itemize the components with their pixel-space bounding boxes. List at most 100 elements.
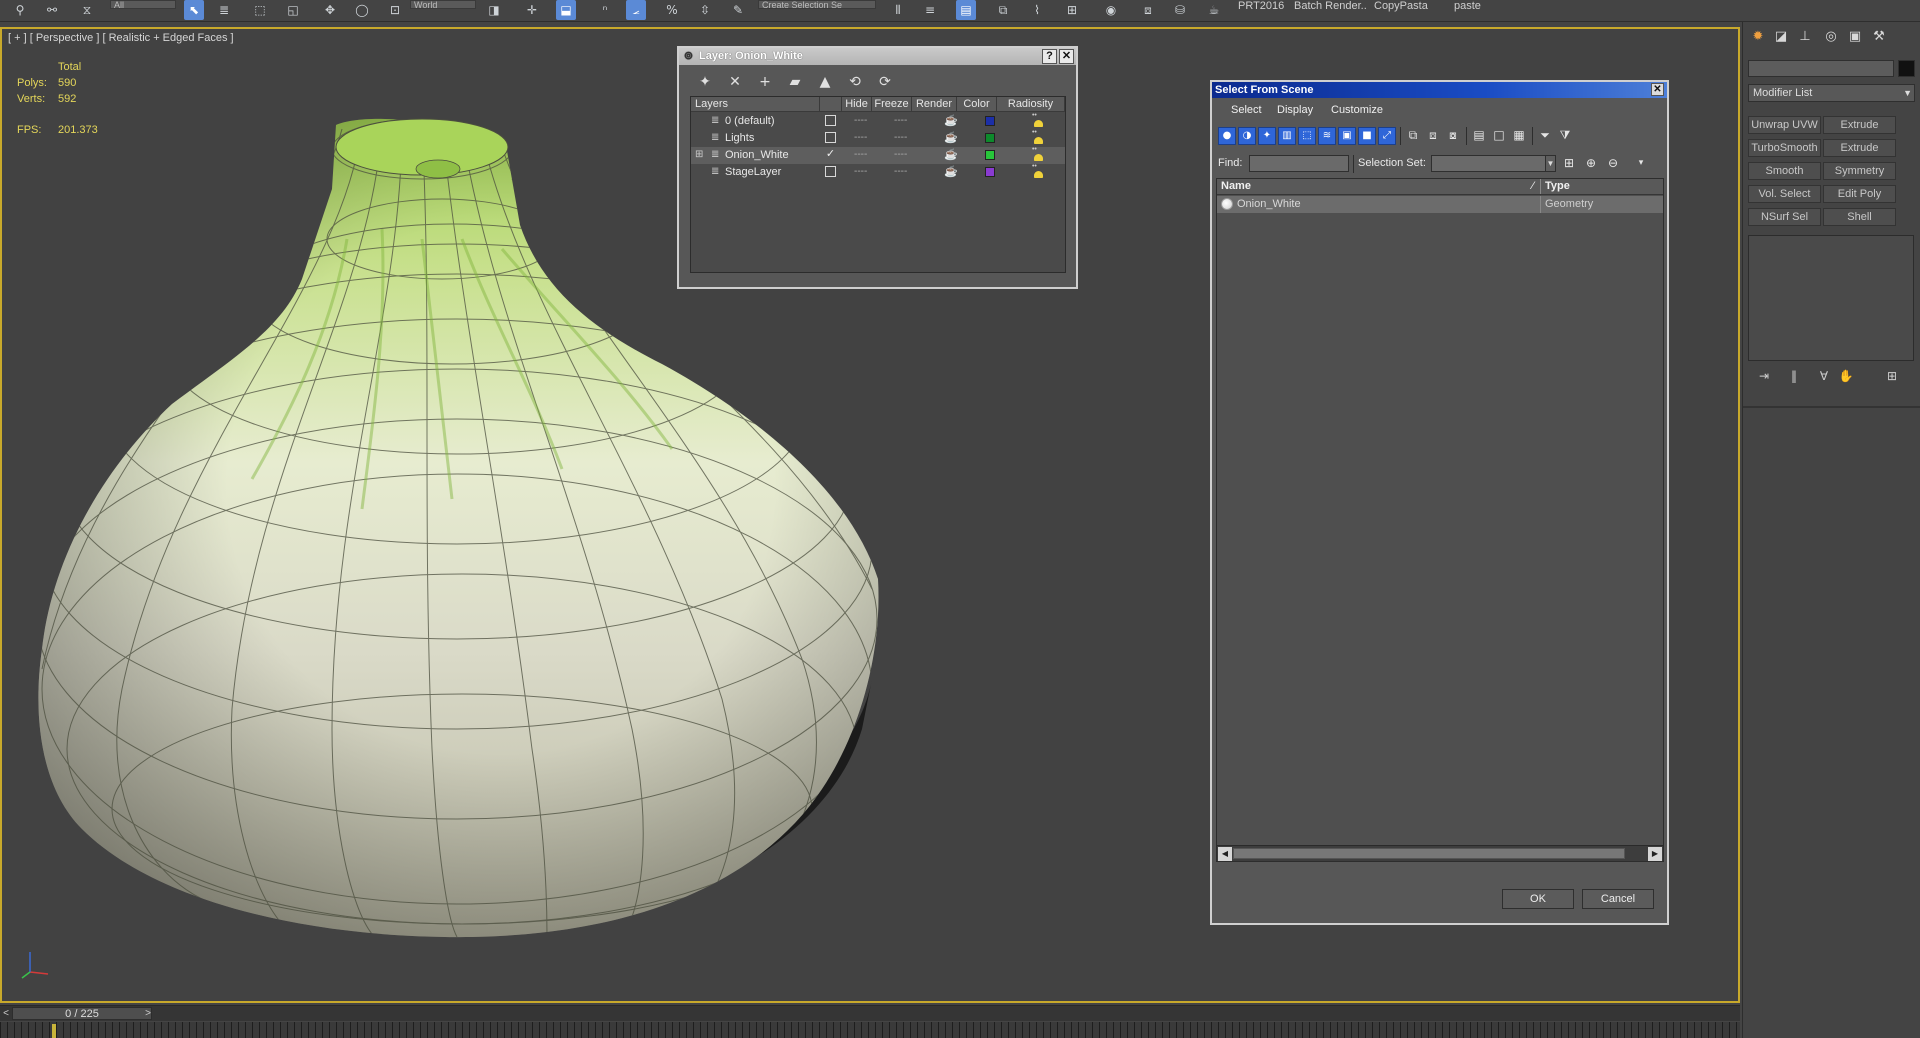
remove-modifier-icon[interactable]: ✋ xyxy=(1835,367,1857,385)
motion-tab-icon[interactable]: ◎ xyxy=(1821,27,1841,47)
select-by-name-icon[interactable]: ≣ xyxy=(214,0,234,20)
delete-layer-icon[interactable]: ✕ xyxy=(724,72,746,92)
layer-color-swatch[interactable] xyxy=(985,167,995,177)
percent-snap-icon[interactable]: % xyxy=(662,0,682,20)
current-layer-checkbox[interactable] xyxy=(825,115,836,126)
material-editor-icon[interactable]: ◉ xyxy=(1101,0,1121,20)
object-name[interactable]: Onion_White xyxy=(1237,196,1301,213)
scene-explorer-icon[interactable]: ⧉ xyxy=(993,0,1013,20)
prev-frame-button[interactable]: < xyxy=(0,1006,12,1021)
toolbar-label-prt[interactable]: PRT2016 xyxy=(1238,0,1284,12)
select-invert-icon[interactable]: ▦ xyxy=(1510,127,1528,145)
layer-name[interactable]: StageLayer xyxy=(725,165,781,179)
modifier-button[interactable]: Extrude xyxy=(1823,116,1896,134)
viewport-label[interactable]: [ + ] [ Perspective ] [ Realistic + Edge… xyxy=(8,32,234,44)
scroll-right-icon[interactable]: ▶ xyxy=(1648,847,1662,861)
align-icon[interactable]: ≡ xyxy=(920,0,940,20)
render-teapot-icon[interactable]: ☕ xyxy=(944,148,958,162)
layer-name[interactable]: Onion_White xyxy=(725,148,789,162)
filter-shapes-icon[interactable]: ◑ xyxy=(1238,127,1256,145)
filter-geometry-icon[interactable]: ● xyxy=(1218,127,1236,145)
named-selection-dropdown[interactable]: Create Selection Se xyxy=(758,0,876,10)
find-input[interactable] xyxy=(1249,155,1349,172)
hide-toggle[interactable]: ---- xyxy=(854,131,867,145)
select-none-icon[interactable]: □ xyxy=(1490,127,1508,145)
curve-editor-icon[interactable]: ⌇ xyxy=(1027,0,1047,20)
rect-selection-icon[interactable]: ⬚ xyxy=(250,0,270,20)
toolbar-label-copypasta[interactable]: CopyPasta xyxy=(1374,0,1428,12)
current-layer-check-icon[interactable]: ✓ xyxy=(825,149,836,160)
radiosity-bulb-icon[interactable]: • • xyxy=(1031,129,1045,146)
layer-color-swatch[interactable] xyxy=(985,150,995,160)
modifier-button[interactable]: NSurf Sel xyxy=(1748,208,1821,226)
scroll-left-icon[interactable]: ◀ xyxy=(1218,847,1232,861)
render-teapot-icon[interactable]: ☕ xyxy=(944,131,958,145)
utilities-tab-icon[interactable]: ⚒ xyxy=(1869,27,1889,47)
render-frame-icon[interactable]: ⛁ xyxy=(1170,0,1190,20)
column-radiosity[interactable]: Radiosity xyxy=(997,97,1065,112)
filter-options-icon[interactable]: ⧩ xyxy=(1556,127,1574,145)
selection-set-dropdown[interactable] xyxy=(1431,155,1551,172)
rotate-icon[interactable]: ◯ xyxy=(352,0,372,20)
render-production-icon[interactable]: ☕ xyxy=(1204,0,1224,20)
bind-space-warp-icon[interactable]: ⧖ xyxy=(77,0,97,20)
filter-bones-icon[interactable]: ⤢ xyxy=(1378,127,1396,145)
freeze-toggle[interactable]: ---- xyxy=(894,148,907,162)
object-color-swatch[interactable] xyxy=(1898,60,1915,77)
cancel-button[interactable]: Cancel xyxy=(1582,889,1654,909)
angle-snap-icon[interactable]: ⦟ xyxy=(626,0,646,20)
next-frame-button[interactable]: > xyxy=(142,1006,154,1021)
radiosity-bulb-icon[interactable]: • • xyxy=(1031,112,1045,129)
menu-customize[interactable]: Customize xyxy=(1331,104,1383,116)
help-button[interactable]: ? xyxy=(1042,49,1057,64)
hide-toggle[interactable]: ---- xyxy=(854,165,867,179)
filter-xrefs-icon[interactable]: ■ xyxy=(1358,127,1376,145)
pivot-center-icon[interactable]: ◨ xyxy=(484,0,504,20)
object-name-field[interactable] xyxy=(1748,60,1894,77)
layer-explorer-icon[interactable]: ▤ xyxy=(956,0,976,20)
configure-modifier-sets-icon[interactable]: ⊞ xyxy=(1881,367,1903,385)
close-button[interactable]: ✕ xyxy=(1651,83,1664,96)
pin-stack-icon[interactable]: ⇥ xyxy=(1753,367,1775,385)
filter-cameras-icon[interactable]: ▥ xyxy=(1278,127,1296,145)
layer-color-swatch[interactable] xyxy=(985,133,995,143)
freeze-toggle[interactable]: ---- xyxy=(894,131,907,145)
radiosity-bulb-icon[interactable]: • • xyxy=(1031,146,1045,163)
freeze-toggle[interactable]: ---- xyxy=(894,165,907,179)
menu-select[interactable]: Select xyxy=(1231,104,1262,116)
filter-helpers-icon[interactable]: ⬚ xyxy=(1298,127,1316,145)
close-button[interactable]: ✕ xyxy=(1059,49,1074,64)
menu-display[interactable]: Display xyxy=(1277,104,1313,116)
selection-filter-dropdown[interactable]: All xyxy=(110,0,176,10)
link-icon[interactable]: ⚲ xyxy=(10,0,30,20)
scrollbar-thumb[interactable] xyxy=(1233,848,1625,859)
select-in-layer-icon[interactable]: ▰ xyxy=(784,72,806,92)
column-color[interactable]: Color xyxy=(957,97,997,112)
layer-row[interactable]: ≣ 0 (default) ---- ---- ☕ • • xyxy=(691,112,1065,130)
snap-toggle-icon[interactable]: ⁿ xyxy=(595,0,615,20)
current-layer-checkbox[interactable] xyxy=(825,132,836,143)
modifier-button[interactable]: Extrude xyxy=(1823,139,1896,157)
modifier-button[interactable]: TurboSmooth xyxy=(1748,139,1821,157)
select-object-icon[interactable]: ⬉ xyxy=(184,0,204,20)
render-teapot-icon[interactable]: ☕ xyxy=(944,165,958,179)
display-children-icon[interactable]: ⧉ xyxy=(1404,127,1422,145)
scale-icon[interactable]: ⊡ xyxy=(385,0,405,20)
render-setup-icon[interactable]: ⧈ xyxy=(1138,0,1158,20)
hide-all-icon[interactable]: ⟲ xyxy=(844,72,866,92)
layer-dialog-title[interactable]: ⊚ Layer: Onion_White xyxy=(679,48,1076,65)
spinner-snap-icon[interactable]: ⇳ xyxy=(695,0,715,20)
filter-groups-icon[interactable]: ▣ xyxy=(1338,127,1356,145)
create-layer-icon[interactable]: ✦ xyxy=(694,72,716,92)
filter-lights-icon[interactable]: ✦ xyxy=(1258,127,1276,145)
make-unique-icon[interactable]: ∀ xyxy=(1813,367,1835,385)
freeze-all-icon[interactable]: ⟳ xyxy=(874,72,896,92)
current-layer-checkbox[interactable] xyxy=(825,166,836,177)
hierarchy-tab-icon[interactable]: ⊥ xyxy=(1795,27,1815,47)
add-to-layer-icon[interactable]: + xyxy=(754,72,776,92)
layer-color-swatch[interactable] xyxy=(985,116,995,126)
modifier-list-dropdown[interactable]: Modifier List ▼ xyxy=(1748,84,1915,102)
ok-button[interactable]: OK xyxy=(1502,889,1574,909)
ref-coord-dropdown[interactable]: World xyxy=(410,0,476,10)
hide-toggle[interactable]: ---- xyxy=(854,114,867,128)
